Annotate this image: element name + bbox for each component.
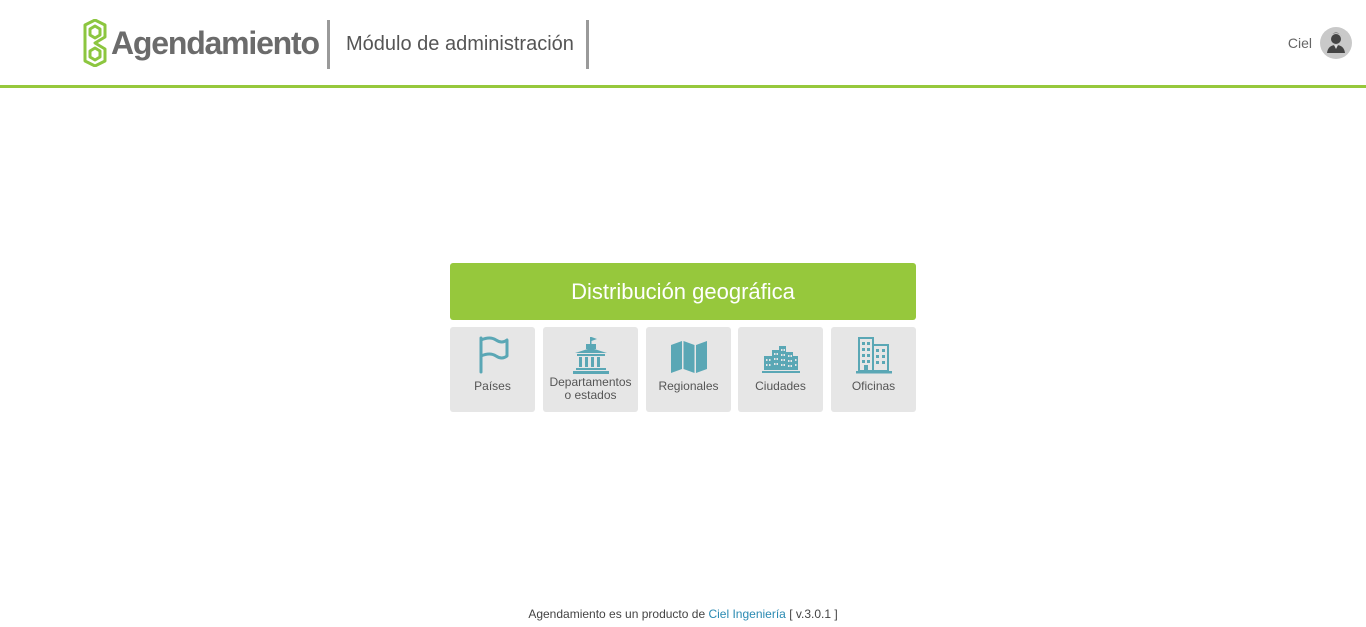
- capitol-building-icon: [572, 336, 610, 374]
- geographic-distribution-panel: Distribución geográfica Países Departame…: [450, 263, 916, 412]
- user-name: Ciel: [1287, 35, 1312, 51]
- user-avatar-icon[interactable]: [1320, 27, 1352, 59]
- footer-text: Agendamiento es un producto de: [528, 607, 706, 621]
- tile-departamentos[interactable]: Departamentos o estados: [543, 327, 638, 412]
- panel-title: Distribución geográfica: [450, 263, 916, 320]
- logo-mark-icon: [83, 19, 107, 67]
- tile-label: Ciudades: [755, 379, 806, 393]
- tile-label-line1: Departamentos: [549, 375, 632, 389]
- map-icon: [670, 336, 708, 374]
- header-divider: [327, 20, 330, 69]
- tile-grid: Países Departamentos o estados Regionale…: [450, 327, 916, 412]
- tile-regionales[interactable]: Regionales: [646, 327, 731, 412]
- tile-label-line2: o estados: [564, 388, 617, 402]
- tile-label: Oficinas: [851, 379, 896, 393]
- logo-text: Agendamiento: [111, 25, 320, 61]
- version-label: [ v.3.0.1 ]: [789, 607, 838, 621]
- header-bar: Agendamiento Módulo de administración Ci…: [0, 0, 1366, 88]
- user-menu[interactable]: Ciel: [1288, 27, 1352, 59]
- footer: Agendamiento es un producto de Ciel Inge…: [0, 607, 1366, 621]
- tile-label: Regionales: [658, 379, 719, 393]
- tile-oficinas[interactable]: Oficinas: [831, 327, 916, 412]
- app-logo[interactable]: Agendamiento: [82, 19, 320, 67]
- tile-paises[interactable]: Países: [450, 327, 535, 412]
- tile-label: Países: [474, 379, 511, 393]
- tile-ciudades[interactable]: Ciudades: [738, 327, 823, 412]
- module-title: Módulo de administración: [346, 33, 574, 55]
- flag-icon: [476, 336, 510, 374]
- tile-label: Departamentos o estados: [549, 376, 631, 402]
- office-building-icon: [855, 336, 892, 374]
- city-icon: [761, 336, 800, 374]
- company-link[interactable]: Ciel Ingeniería: [708, 607, 785, 621]
- header-divider: [586, 20, 589, 69]
